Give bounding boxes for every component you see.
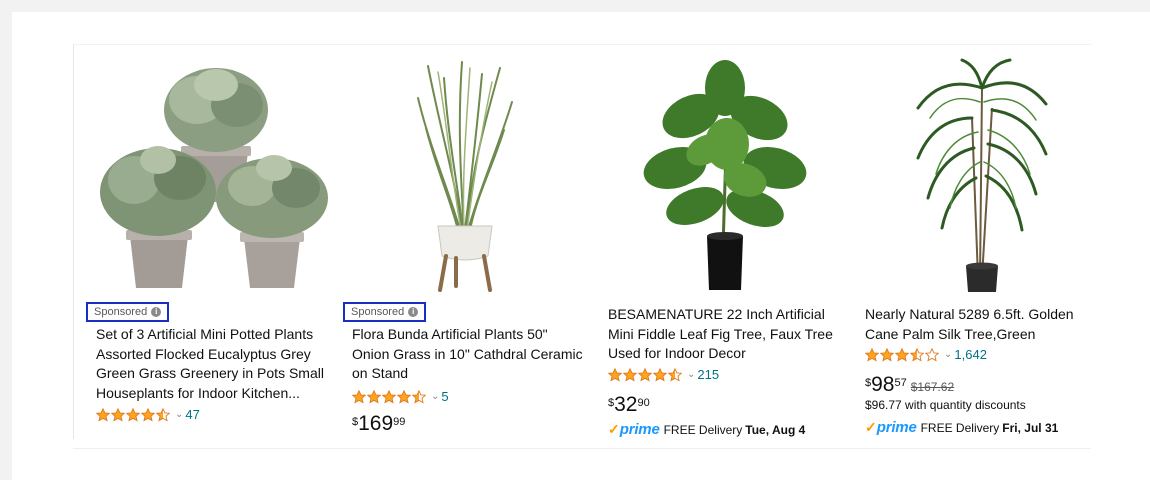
review-count-link[interactable]: 215: [697, 367, 719, 382]
sponsored-text: Sponsored: [351, 306, 405, 318]
star-icon: [910, 347, 924, 362]
star-icon: [895, 347, 909, 362]
title-line: Cane Palm Silk Tree,Green: [865, 325, 1036, 342]
star-icon: [880, 347, 894, 362]
star-icon: [111, 407, 125, 422]
title-line: Flora Bunda Artificial Plants 50": [352, 326, 548, 342]
title-line: Set of 3 Artificial Mini Potted Plants: [96, 326, 314, 342]
price[interactable]: $ 32 90: [608, 394, 650, 416]
delivery-text: FREE Delivery: [920, 420, 1000, 435]
price[interactable]: $ 98 57 $167.62: [865, 374, 954, 396]
sponsored-text: Sponsored: [94, 306, 148, 318]
star-icon: [382, 389, 396, 404]
prime-delivery: ✓ prime FREE Delivery Tue, Aug 4: [608, 421, 805, 438]
star-icon: [668, 367, 682, 382]
sponsored-label[interactable]: Sponsored i: [86, 302, 170, 322]
title-line: Mini Fiddle Leaf Fig Tree, Faux Tree: [608, 325, 833, 342]
price-whole: 32: [614, 393, 638, 416]
onion-grass-plant-image[interactable]: [400, 58, 530, 298]
stars-icon: [96, 407, 171, 422]
prime-delivery: ✓ prime FREE Delivery Fri, Jul 31: [865, 419, 1058, 436]
chevron-down-icon[interactable]: ⌄: [431, 391, 439, 402]
info-icon[interactable]: i: [408, 307, 419, 317]
stars-icon: [608, 367, 683, 382]
title-line: on Stand: [352, 365, 409, 381]
quantity-discount-text: $96.77 with quantity discounts: [865, 398, 1026, 412]
review-count-link[interactable]: 5: [441, 389, 448, 404]
title-line: Used for Indoor Decor: [608, 345, 746, 361]
sponsored-label[interactable]: Sponsored i: [343, 302, 427, 322]
review-count-link[interactable]: 47: [185, 407, 199, 422]
star-icon: [367, 389, 381, 404]
star-icon: [156, 407, 170, 422]
title-line: Onion Grass in 10" Cathdral Ceramic: [352, 345, 583, 362]
price[interactable]: $ 169 99: [352, 413, 405, 435]
stars-icon: [352, 389, 427, 404]
star-icon: [126, 407, 140, 422]
fiddle-leaf-fig-tree-image[interactable]: [635, 58, 815, 298]
chevron-down-icon[interactable]: ⌄: [944, 349, 952, 360]
title-line: Nearly Natural 5289 6.5ft. Golden: [865, 306, 1074, 322]
price-whole: 98: [871, 373, 895, 396]
star-rating[interactable]: ⌄ 1,642: [865, 347, 987, 362]
row-divider-top: [73, 44, 1091, 45]
price-whole: 169: [358, 412, 394, 435]
chevron-down-icon[interactable]: ⌄: [687, 369, 695, 380]
price-fraction: 90: [637, 397, 650, 409]
star-icon: [141, 407, 155, 422]
info-icon[interactable]: i: [151, 307, 162, 317]
product-title[interactable]: Set of 3 Artificial Mini Potted Plants A…: [96, 325, 332, 403]
chevron-down-icon[interactable]: ⌄: [175, 409, 183, 420]
price-fraction: 99: [393, 416, 406, 428]
star-icon: [865, 347, 879, 362]
review-count-link[interactable]: 1,642: [954, 347, 987, 362]
star-rating[interactable]: ⌄ 47: [96, 407, 200, 422]
delivery-date: Fri, Jul 31: [1002, 420, 1059, 435]
palm-silk-tree-image[interactable]: [912, 58, 1052, 298]
potted-eucalyptus-plants-image[interactable]: [92, 60, 332, 292]
star-icon: [397, 389, 411, 404]
prime-logo: prime: [619, 421, 660, 438]
title-line: Green Grass Greenery in Pots Small: [96, 365, 324, 381]
stars-icon: [865, 347, 940, 362]
row-divider-bottom: [73, 448, 1091, 449]
title-line: Houseplants for Indoor Kitchen...: [96, 384, 300, 401]
title-line: Assorted Flocked Eucalyptus Grey: [96, 345, 311, 362]
star-icon: [653, 367, 667, 382]
star-icon: [96, 407, 110, 422]
title-line: BESAMENATURE 22 Inch Artificial: [608, 306, 825, 322]
row-divider-left: [73, 44, 74, 439]
product-title[interactable]: Flora Bunda Artificial Plants 50" Onion …: [352, 325, 592, 384]
list-price: $167.62: [910, 380, 955, 394]
star-icon: [608, 367, 622, 382]
star-rating[interactable]: ⌄ 5: [352, 389, 449, 404]
star-icon: [638, 367, 652, 382]
delivery-date: Tue, Aug 4: [745, 422, 806, 437]
star-rating[interactable]: ⌄ 215: [608, 367, 719, 382]
star-icon: [925, 347, 939, 362]
price-fraction: 57: [894, 377, 907, 389]
star-icon: [623, 367, 637, 382]
prime-check-icon: ✓: [608, 421, 620, 437]
delivery-text: FREE Delivery: [663, 422, 743, 437]
star-icon: [412, 389, 426, 404]
product-title[interactable]: BESAMENATURE 22 Inch Artificial Mini Fid…: [608, 305, 844, 364]
prime-check-icon: ✓: [865, 419, 877, 435]
prime-logo: prime: [876, 419, 917, 436]
product-title[interactable]: Nearly Natural 5289 6.5ft. Golden Cane P…: [865, 305, 1101, 344]
star-icon: [352, 389, 366, 404]
